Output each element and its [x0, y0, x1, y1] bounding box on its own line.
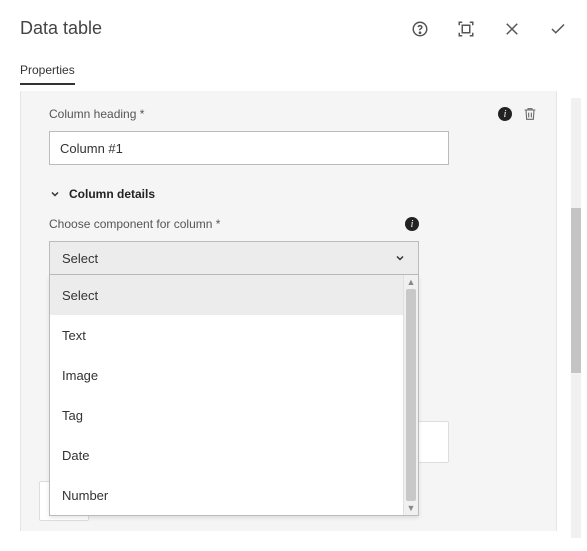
column-details-toggle[interactable]: Column details [49, 187, 538, 201]
dropdown-scrollbar[interactable]: ▲ ▼ [403, 275, 418, 515]
tab-properties[interactable]: Properties [20, 63, 75, 85]
chevron-down-icon [394, 252, 406, 264]
header-actions [411, 20, 567, 38]
dropdown-option[interactable]: Date [50, 435, 403, 475]
chevron-down-icon [49, 188, 61, 200]
delete-icon[interactable] [522, 105, 538, 123]
component-select-box[interactable]: Select [49, 241, 419, 275]
component-select: Select Select Text Image Tag Date Number… [49, 241, 419, 275]
scroll-down-icon[interactable]: ▼ [404, 501, 418, 515]
dropdown-option[interactable]: Tag [50, 395, 403, 435]
scroll-up-icon[interactable]: ▲ [404, 275, 418, 289]
panel-scrollbar[interactable] [571, 98, 581, 538]
component-select-value: Select [62, 251, 98, 266]
component-dropdown: Select Text Image Tag Date Number ▲ ▼ [49, 275, 419, 516]
dropdown-option[interactable]: Text [50, 315, 403, 355]
properties-panel: A Column heading * i Column details Choo… [20, 91, 557, 531]
dialog-title: Data table [20, 18, 411, 39]
column-heading-row: Column heading * i [49, 105, 538, 123]
component-label-row: Choose component for column * i [49, 217, 419, 231]
dropdown-option[interactable]: Select [50, 275, 403, 315]
dialog-header: Data table [0, 0, 587, 49]
column-heading-input[interactable] [49, 131, 449, 165]
scroll-thumb[interactable] [406, 289, 416, 501]
component-label: Choose component for column * [49, 217, 220, 231]
info-icon[interactable]: i [498, 107, 512, 121]
fullscreen-icon[interactable] [457, 20, 475, 38]
column-details-title: Column details [69, 187, 155, 201]
dropdown-option[interactable]: Image [50, 355, 403, 395]
panel-scroll-thumb[interactable] [571, 208, 581, 373]
confirm-icon[interactable] [549, 20, 567, 38]
dropdown-option[interactable]: Number [50, 475, 403, 515]
scroll-track[interactable] [404, 289, 418, 501]
info-icon[interactable]: i [405, 217, 419, 231]
tabs: Properties [0, 49, 587, 85]
help-icon[interactable] [411, 20, 429, 38]
close-icon[interactable] [503, 20, 521, 38]
column-heading-label: Column heading * [49, 107, 144, 121]
